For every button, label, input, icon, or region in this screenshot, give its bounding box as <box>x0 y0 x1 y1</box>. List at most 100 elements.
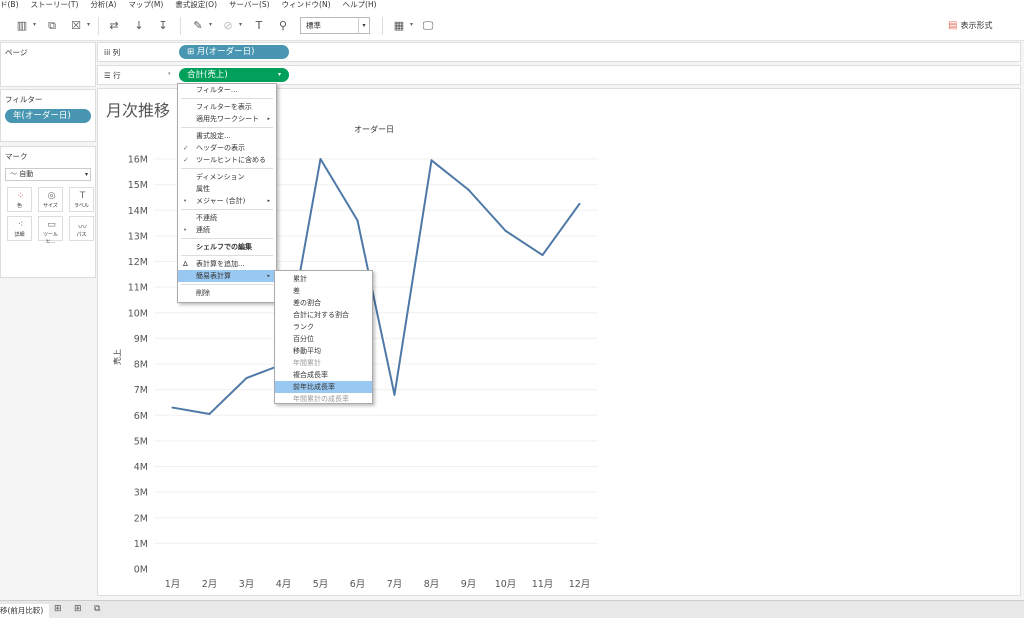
y-tick-label: 11M <box>128 283 148 294</box>
menu-item-include-tooltip[interactable]: ✓ ツールヒントに含める <box>178 154 276 166</box>
columns-pill-month[interactable]: ⊞ 月(オーダー日) <box>179 45 289 59</box>
color-button[interactable]: ⁘ 色 <box>7 187 32 212</box>
fit-select[interactable]: 標準 ▾ <box>300 17 370 34</box>
pages-panel: ページ <box>0 42 96 87</box>
menu-format[interactable]: 書式設定(O) <box>175 0 217 11</box>
menu-dashboard[interactable]: ド(B) <box>0 0 19 11</box>
menu-item-add-table-calc[interactable]: Δ 表計算を追加... <box>178 258 276 270</box>
x-tick-label: 5月 <box>313 579 329 590</box>
submenu-item-difference[interactable]: 差 <box>275 285 372 297</box>
submenu-item-running-total[interactable]: 累計 <box>275 273 372 285</box>
duplicate-sheet-icon[interactable]: ⧉ <box>44 18 60 34</box>
y-tick-label: 12M <box>128 257 148 268</box>
data-point <box>541 254 544 257</box>
new-story-icon[interactable]: ⧉ <box>94 604 100 614</box>
label-label: ラベル <box>73 203 89 209</box>
y-tick-label: 7M <box>134 385 148 396</box>
tooltip-button[interactable]: ▭ ツールヒ... <box>38 216 63 245</box>
mark-buttons: ⁘ 色 ◎ サイズ T ラベル ⁖ 詳細 ▭ ツールヒ... 〰パス <box>1 183 95 245</box>
menu-item-apply-to-worksheets[interactable]: 適用先ワークシート ▸ <box>178 113 276 125</box>
submenu-item-ytd-growth[interactable]: 年間累計の成長率 <box>275 393 372 405</box>
data-point <box>430 159 433 162</box>
new-sheet-icon[interactable]: ⊞ <box>54 604 62 614</box>
menu-map[interactable]: マップ(M) <box>128 0 163 11</box>
menu-item-format[interactable]: 書式設定... <box>178 130 276 142</box>
data-point <box>578 202 581 205</box>
mark-type-select[interactable]: 〜 自動 ▾ <box>5 168 91 181</box>
submenu-item-percentile[interactable]: 百分位 <box>275 333 372 345</box>
chevron-right-icon: ▸ <box>267 273 270 279</box>
menu-item-discrete[interactable]: 不連続 <box>178 212 276 224</box>
clear-sheet-icon[interactable]: ☒ <box>68 18 84 34</box>
menu-item-show-header[interactable]: ✓ ヘッダーの表示 <box>178 142 276 154</box>
new-worksheet-dropdown-icon[interactable]: ▾ <box>33 21 36 28</box>
group-icon[interactable]: ⊘ <box>220 18 236 34</box>
rows-label-text: 行 <box>113 71 121 80</box>
sort-ascending-icon[interactable]: ↓ <box>131 18 147 34</box>
submenu-item-year-over-year[interactable]: 前年比成長率 <box>275 381 372 393</box>
sheet-tab[interactable]: 移(前月比較) <box>0 604 50 618</box>
highlight-icon[interactable]: ✎ <box>190 18 206 34</box>
y-tick-label: 14M <box>128 206 148 217</box>
detail-button[interactable]: ⁖ 詳細 <box>7 216 32 241</box>
marks-title: マーク <box>5 152 28 161</box>
menu-item-edit-in-shelf[interactable]: シェルフでの編集 <box>178 241 276 253</box>
submenu-item-compound-growth[interactable]: 複合成長率 <box>275 369 372 381</box>
clear-sheet-dropdown-icon[interactable]: ▾ <box>87 21 90 28</box>
new-worksheet-icon[interactable]: ▥ <box>14 18 30 34</box>
sort-descending-icon[interactable]: ↧ <box>155 18 171 34</box>
labels-icon[interactable]: T <box>251 18 267 34</box>
highlight-dropdown-icon[interactable]: ▾ <box>209 21 212 28</box>
filter-pill-year[interactable]: 年(オーダー日) <box>5 109 91 123</box>
presentation-mode-icon[interactable]: 🖵 <box>420 18 436 34</box>
menu-item-attribute[interactable]: 属性 <box>178 183 276 195</box>
submenu-item-percent-of-total[interactable]: 合計に対する割合 <box>275 309 372 321</box>
path-icon: 〰 <box>77 223 87 233</box>
menu-server[interactable]: サーバー(S) <box>229 0 270 11</box>
submenu-item-moving-average[interactable]: 移動平均 <box>275 345 372 357</box>
menu-bar: ド(B) ストーリー(T) 分析(A) マップ(M) 書式設定(O) サーバー(… <box>0 0 1024 11</box>
swap-rows-columns-icon[interactable]: ⇄ <box>106 18 122 34</box>
group-dropdown-icon[interactable]: ▾ <box>239 21 242 28</box>
x-tick-label: 8月 <box>424 579 440 590</box>
submenu-item-percent-difference[interactable]: 差の割合 <box>275 297 372 309</box>
toolbar: ▥ ▾ ⧉ ☒ ▾ ⇄ ↓ ↧ ✎ ▾ ⊘ ▾ T ⚲ 標準 ▾ ▦ ▾ 🖵 ▤… <box>0 11 1024 41</box>
quick-table-calc-submenu: 累計 差 差の割合 合計に対する割合 ランク 百分位 移動平均 年間累計 複合成… <box>274 270 373 404</box>
menu-item-continuous[interactable]: • 連続 <box>178 224 276 236</box>
menu-item-show-filter[interactable]: フィルターを表示 <box>178 101 276 113</box>
y-tick-label: 10M <box>128 308 148 319</box>
submenu-item-ytd-total[interactable]: 年間累計 <box>275 357 372 369</box>
menu-item-dimension[interactable]: ディメンション <box>178 171 276 183</box>
delta-icon: Δ <box>183 260 188 268</box>
menu-item-measure-sum[interactable]: • メジャー (合計) ▸ <box>178 195 276 207</box>
x-tick-label: 9月 <box>461 579 477 590</box>
chevron-down-icon: ▾ <box>277 71 281 78</box>
chevron-down-icon: ▾ <box>358 18 369 33</box>
menu-item-remove[interactable]: 削除 <box>178 287 276 299</box>
show-cards-icon[interactable]: ▦ <box>391 18 407 34</box>
show-me-button[interactable]: ▤ 表示形式 <box>948 20 992 31</box>
data-point <box>504 229 507 232</box>
label-button[interactable]: T ラベル <box>69 187 94 212</box>
submenu-item-rank[interactable]: ランク <box>275 321 372 333</box>
y-tick-label: 3M <box>134 488 148 499</box>
size-button[interactable]: ◎ サイズ <box>38 187 63 212</box>
menu-item-quick-table-calc[interactable]: 簡易表計算 ▸ <box>178 270 276 282</box>
x-tick-label: 4月 <box>276 579 292 590</box>
menu-analysis[interactable]: 分析(A) <box>90 0 116 11</box>
data-point <box>467 188 470 191</box>
new-dashboard-icon[interactable]: ⊞ <box>74 604 82 614</box>
pages-title: ページ <box>5 48 28 57</box>
x-tick-label: 3月 <box>239 579 255 590</box>
menu-window[interactable]: ウィンドウ(N) <box>282 0 331 11</box>
menu-story[interactable]: ストーリー(T) <box>31 0 79 11</box>
show-cards-dropdown-icon[interactable]: ▾ <box>410 21 413 28</box>
pin-icon[interactable]: ⚲ <box>275 18 291 34</box>
path-button[interactable]: 〰パス <box>69 216 94 241</box>
x-tick-label: 10月 <box>495 579 517 590</box>
rows-pill-sum-sales[interactable]: 合計(売上) ▾ <box>179 68 289 82</box>
x-tick-label: 1月 <box>165 579 181 590</box>
menu-item-filter[interactable]: フィルター... <box>178 84 276 96</box>
menu-help[interactable]: ヘルプ(H) <box>343 0 377 11</box>
rows-shelf-caret-icon[interactable]: ▾ <box>168 71 171 77</box>
